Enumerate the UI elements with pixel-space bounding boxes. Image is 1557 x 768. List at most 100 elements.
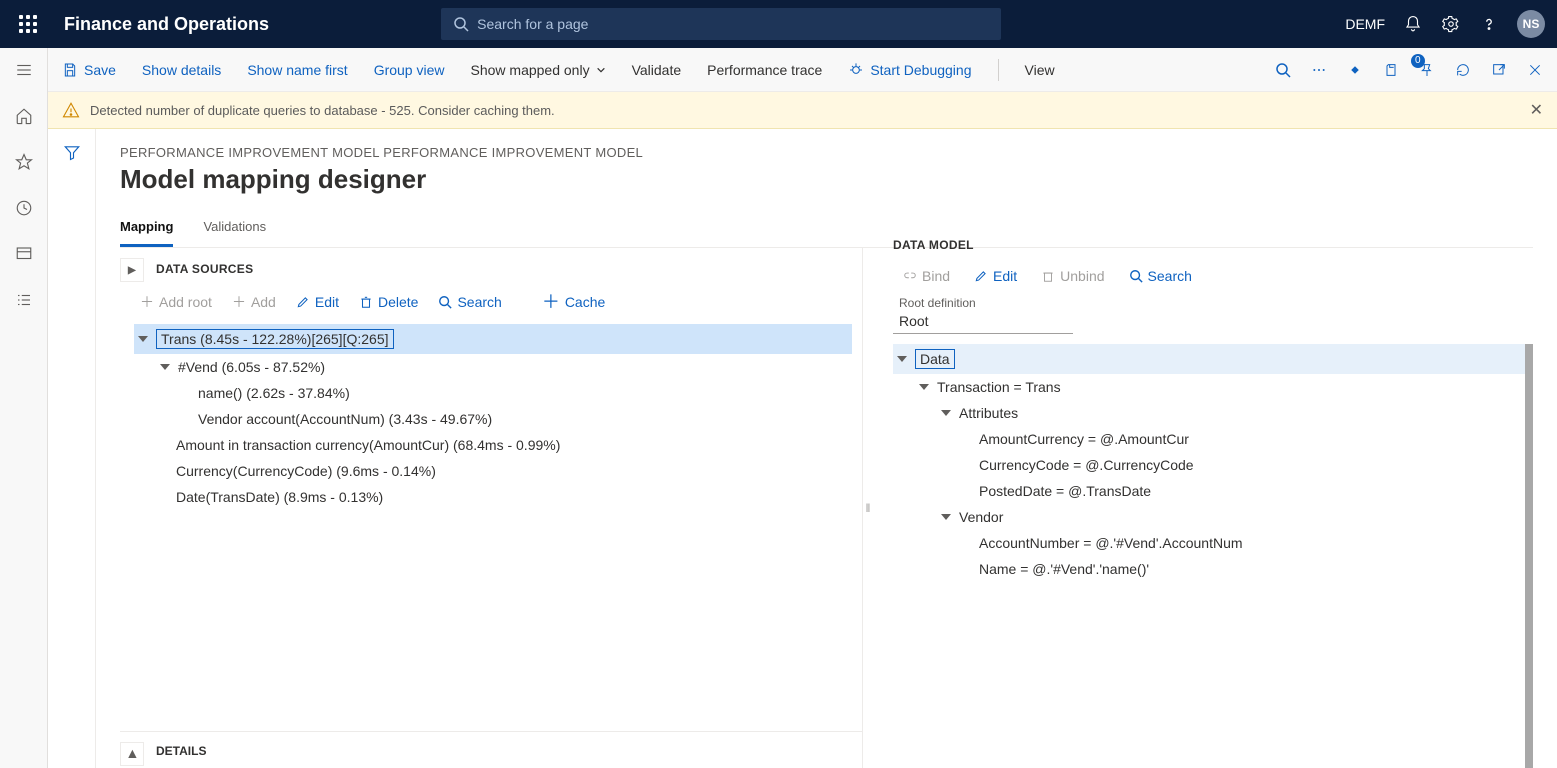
search-button[interactable]: Search <box>438 294 501 310</box>
bell-icon[interactable] <box>1403 14 1423 34</box>
splitter[interactable]: ‖ <box>863 248 873 768</box>
tree-label: Data <box>915 349 955 369</box>
data-model-tree[interactable]: Data Transaction = Trans Attributes AmountC… <box>893 344 1533 768</box>
collapse-icon[interactable] <box>138 336 148 342</box>
tree-row[interactable]: CurrencyCode = @.CurrencyCode <box>893 452 1525 478</box>
tree-label: Name = @.'#Vend'.'name()' <box>979 561 1149 577</box>
save-button[interactable]: Save <box>62 62 116 78</box>
edit-button[interactable]: Edit <box>296 294 339 310</box>
close-icon[interactable] <box>1527 62 1543 78</box>
show-details-button[interactable]: Show details <box>142 62 221 78</box>
tree-row[interactable]: Vendor <box>893 504 1525 530</box>
performance-trace-button[interactable]: Performance trace <box>707 62 822 78</box>
tree-row[interactable]: #Vend (6.05s - 87.52%) <box>134 354 852 380</box>
tree-label: Vendor account(AccountNum) (3.43s - 49.6… <box>198 411 492 427</box>
tree-row[interactable]: Currency(CurrencyCode) (9.6ms - 0.14%) <box>134 458 852 484</box>
company-code[interactable]: DEMF <box>1345 16 1385 32</box>
data-model-pane: DATA MODEL Bind Edit Unbind Search Root … <box>873 248 1533 768</box>
collapse-icon[interactable] <box>160 364 170 370</box>
pin-icon[interactable]: 0 <box>1419 62 1435 78</box>
tree-row[interactable]: Transaction = Trans <box>893 374 1525 400</box>
help-icon[interactable] <box>1479 14 1499 34</box>
modules-icon[interactable] <box>12 288 36 312</box>
tree-row[interactable]: Date(TransDate) (8.9ms - 0.13%) <box>134 484 852 510</box>
save-label: Save <box>84 62 116 78</box>
star-icon[interactable] <box>12 150 36 174</box>
tree-label: #Vend (6.05s - 87.52%) <box>178 359 325 375</box>
refresh-icon[interactable] <box>1455 62 1471 78</box>
collapse-icon[interactable] <box>941 410 951 416</box>
details-header[interactable]: ▶ DETAILS <box>120 732 862 768</box>
filter-icon[interactable] <box>63 143 81 768</box>
tree-row[interactable]: name() (2.62s - 37.84%) <box>134 380 852 406</box>
warning-icon <box>62 101 80 119</box>
tree-label: CurrencyCode = @.CurrencyCode <box>979 457 1194 473</box>
nav-rail <box>0 48 48 768</box>
cache-button[interactable]: ＋Cache <box>542 294 605 310</box>
tree-label: AmountCurrency = @.AmountCur <box>979 431 1189 447</box>
diamond-icon[interactable] <box>1347 62 1363 78</box>
page-title: Model mapping designer <box>120 164 1533 195</box>
bind-button: Bind <box>903 268 950 284</box>
tree-row[interactable]: Vendor account(AccountNum) (3.43s - 49.6… <box>134 406 852 432</box>
collapse-icon[interactable] <box>897 356 907 362</box>
breadcrumb: PERFORMANCE IMPROVEMENT MODEL PERFORMANC… <box>120 145 1533 160</box>
top-header: Finance and Operations DEMF NS <box>0 0 1557 48</box>
expand-icon[interactable]: ▶ <box>120 742 144 766</box>
tree-label: Attributes <box>959 405 1018 421</box>
tree-row[interactable]: Trans (8.45s - 122.28%)[265][Q:265] <box>134 324 852 354</box>
collapse-icon[interactable] <box>941 514 951 520</box>
app-launcher-icon[interactable] <box>12 8 44 40</box>
group-view-button[interactable]: Group view <box>374 62 445 78</box>
tree-row[interactable]: Name = @.'#Vend'.'name()' <box>893 556 1525 582</box>
banner-text: Detected number of duplicate queries to … <box>90 103 555 118</box>
unbind-button: Unbind <box>1041 268 1104 284</box>
popout-icon[interactable] <box>1491 62 1507 78</box>
root-definition-value[interactable]: Root <box>893 310 1073 334</box>
collapse-icon[interactable] <box>919 384 929 390</box>
tree-row[interactable]: PostedDate = @.TransDate <box>893 478 1525 504</box>
more-icon[interactable] <box>1311 62 1327 78</box>
view-button[interactable]: View <box>1025 62 1055 78</box>
dm-search-button[interactable]: Search <box>1129 268 1192 284</box>
tab-validations[interactable]: Validations <box>203 213 266 247</box>
data-sources-header: ▶ DATA SOURCES <box>120 248 862 286</box>
collapse-icon[interactable]: ▶ <box>120 258 144 282</box>
user-avatar[interactable]: NS <box>1517 10 1545 38</box>
ds-toolbar: ＋Add root ＋Add Edit Delete Search ＋Cache <box>120 286 862 324</box>
workspace-icon[interactable] <box>12 242 36 266</box>
tree-label: AccountNumber = @.'#Vend'.AccountNum <box>979 535 1243 551</box>
clock-icon[interactable] <box>12 196 36 220</box>
search-icon <box>453 16 469 32</box>
tree-row[interactable]: AccountNumber = @.'#Vend'.AccountNum <box>893 530 1525 556</box>
tree-row[interactable]: Attributes <box>893 400 1525 426</box>
command-bar: Save Show details Show name first Group … <box>48 48 1557 92</box>
tree-label: Date(TransDate) (8.9ms - 0.13%) <box>176 489 383 505</box>
chevron-down-icon <box>596 65 606 75</box>
gear-icon[interactable] <box>1441 14 1461 34</box>
show-name-first-button[interactable]: Show name first <box>247 62 347 78</box>
tree-row[interactable]: Data <box>893 344 1525 374</box>
app-title: Finance and Operations <box>64 14 269 35</box>
left-column <box>48 129 96 768</box>
tab-mapping[interactable]: Mapping <box>120 213 173 247</box>
data-sources-tree[interactable]: Trans (8.45s - 122.28%)[265][Q:265] #Vend… <box>120 324 862 725</box>
search-icon[interactable] <box>1275 62 1291 78</box>
tree-row[interactable]: Amount in transaction currency(AmountCur… <box>134 432 852 458</box>
delete-button[interactable]: Delete <box>359 294 418 310</box>
tree-label: PostedDate = @.TransDate <box>979 483 1151 499</box>
global-search-input[interactable] <box>477 16 989 32</box>
start-debugging-button[interactable]: Start Debugging <box>848 62 971 78</box>
data-model-header: DATA MODEL <box>893 238 1533 262</box>
root-definition-label: Root definition <box>893 296 1533 310</box>
hamburger-icon[interactable] <box>12 58 36 82</box>
dm-edit-button[interactable]: Edit <box>974 268 1017 284</box>
warning-banner: Detected number of duplicate queries to … <box>48 92 1557 129</box>
tree-row[interactable]: AmountCurrency = @.AmountCur <box>893 426 1525 452</box>
banner-close-icon[interactable]: ✕ <box>1530 100 1543 120</box>
global-search[interactable] <box>441 8 1001 40</box>
attach-icon[interactable] <box>1383 62 1399 78</box>
home-icon[interactable] <box>12 104 36 128</box>
validate-button[interactable]: Validate <box>632 62 682 78</box>
show-mapped-only-button[interactable]: Show mapped only <box>471 62 606 78</box>
